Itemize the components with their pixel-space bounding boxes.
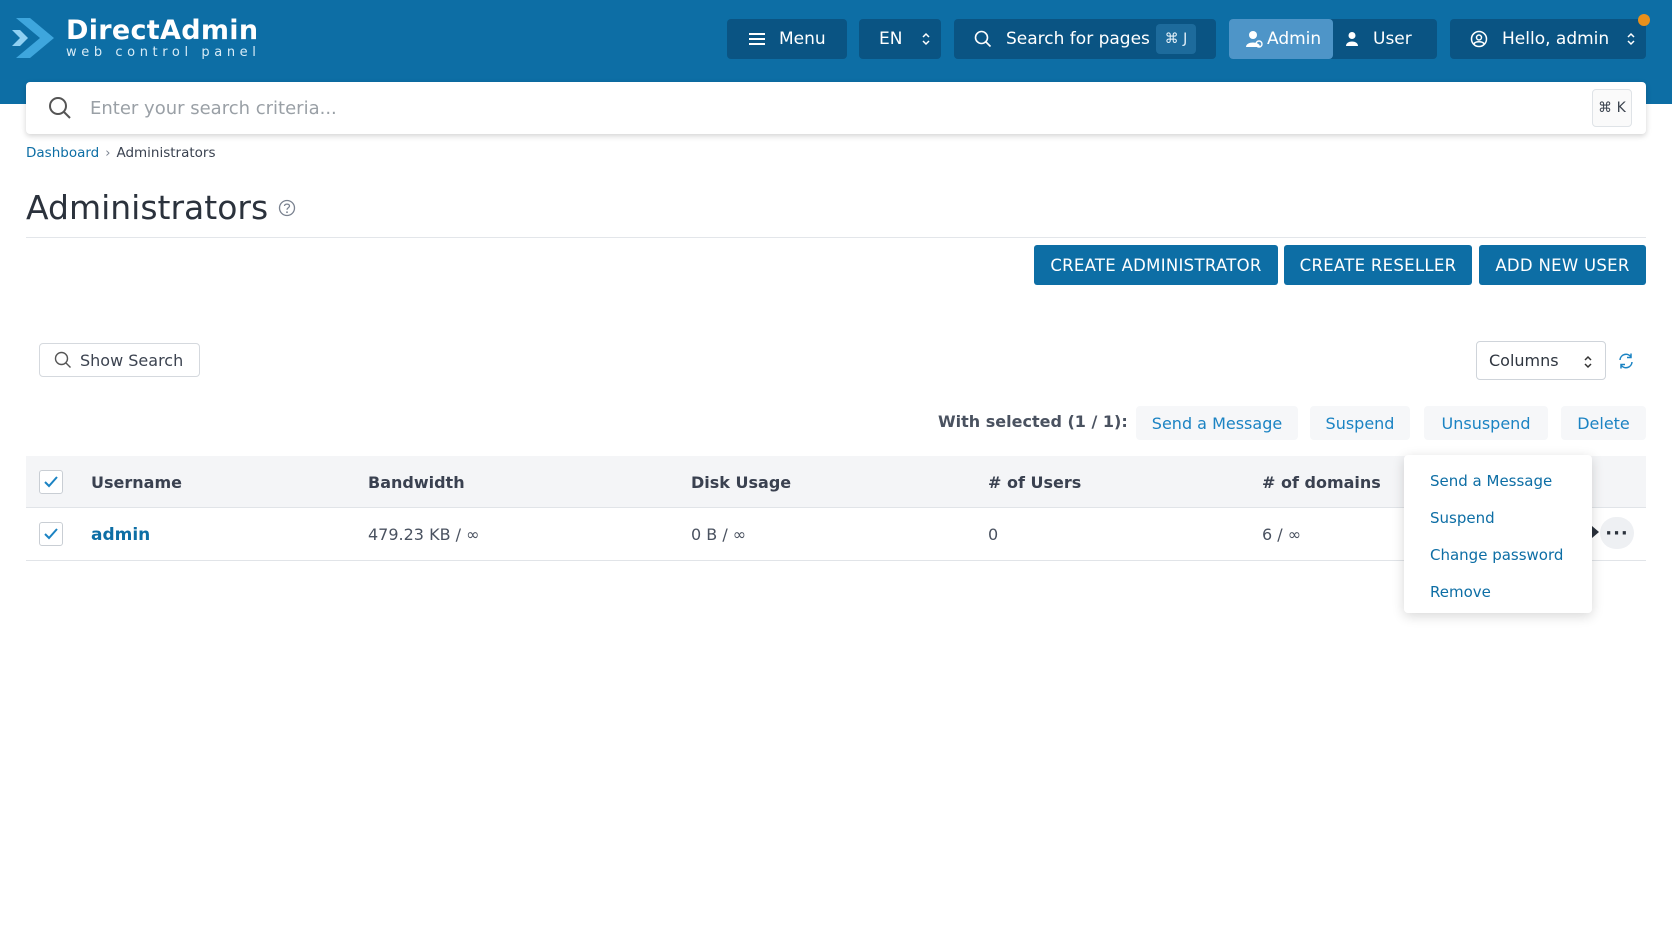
language-select[interactable]: EN — [859, 19, 941, 59]
menu-item-send-message[interactable]: Send a Message — [1404, 462, 1592, 499]
account-circle-icon — [1470, 30, 1488, 48]
check-icon — [44, 476, 58, 488]
columns-select[interactable]: Columns — [1476, 341, 1606, 380]
menu-item-change-password[interactable]: Change password — [1404, 536, 1592, 573]
updown-chevron-icon — [922, 32, 930, 46]
check-icon — [44, 528, 58, 540]
breadcrumb-current: Administrators — [116, 145, 216, 161]
mode-user-label: User — [1373, 29, 1412, 49]
disk-usage-cell: 0 B / ∞ — [691, 525, 747, 544]
mode-admin-label: Admin — [1267, 29, 1322, 49]
add-new-user-button[interactable]: ADD NEW USER — [1479, 245, 1646, 285]
show-search-label: Show Search — [80, 350, 184, 370]
breadcrumb-dashboard-link[interactable]: Dashboard — [26, 145, 99, 161]
title-divider — [26, 237, 1646, 238]
bulk-suspend-button[interactable]: Suspend — [1310, 406, 1410, 440]
notification-dot[interactable] — [1638, 14, 1650, 26]
row-checkbox[interactable] — [39, 522, 63, 546]
show-search-button[interactable]: Show Search — [39, 343, 200, 377]
page-title-wrap: Administrators — [26, 188, 296, 227]
greeting-label: Hello, admin — [1502, 29, 1610, 49]
mode-switch: Admin User — [1229, 19, 1437, 59]
brand-subtitle: web control panel — [66, 44, 261, 60]
updown-chevron-icon — [1584, 355, 1592, 369]
bandwidth-cell: 479.23 KB / ∞ — [368, 525, 480, 544]
breadcrumb: Dashboard › Administrators — [26, 145, 216, 161]
search-icon — [974, 30, 992, 48]
directadmin-logo[interactable]: DirectAdmin web control panel — [12, 12, 260, 64]
table-row: admin 479.23 KB / ∞ 0 B / ∞ 0 6 / ∞ — [26, 508, 1646, 561]
mode-user-button[interactable]: User — [1345, 19, 1412, 59]
global-search-bar[interactable]: ⌘ K — [26, 82, 1646, 134]
search-shortcut: ⌘ K — [1592, 89, 1632, 127]
account-menu-button[interactable]: Hello, admin — [1450, 19, 1646, 59]
column-header-bandwidth[interactable]: Bandwidth — [368, 456, 465, 508]
page-title: Administrators — [26, 188, 269, 227]
columns-label: Columns — [1489, 351, 1559, 370]
bulk-send-message-button[interactable]: Send a Message — [1136, 406, 1298, 440]
help-icon[interactable] — [278, 199, 296, 217]
column-header-users[interactable]: # of Users — [988, 456, 1081, 508]
refresh-icon[interactable] — [1617, 352, 1635, 370]
breadcrumb-chevron-icon: › — [105, 145, 111, 161]
search-pages-button[interactable]: Search for pages ⌘ J — [954, 19, 1216, 59]
menu-button[interactable]: Menu — [727, 19, 847, 59]
logo-chevron-icon — [12, 18, 54, 58]
create-administrator-button[interactable]: CREATE ADMINISTRATOR — [1034, 245, 1278, 285]
caret-right-icon — [1592, 526, 1599, 538]
menu-label: Menu — [779, 29, 826, 49]
bulk-delete-button[interactable]: Delete — [1561, 406, 1646, 440]
brand-title: DirectAdmin — [66, 14, 259, 46]
column-header-username[interactable]: Username — [91, 456, 182, 508]
search-pages-shortcut: ⌘ J — [1156, 24, 1196, 54]
with-selected-label: With selected (1 / 1): — [938, 412, 1128, 431]
search-icon — [49, 97, 71, 119]
username-link[interactable]: admin — [91, 508, 150, 561]
user-icon — [1346, 32, 1358, 46]
column-header-disk-usage[interactable]: Disk Usage — [691, 456, 791, 508]
updown-chevron-icon — [1627, 32, 1635, 46]
language-label: EN — [879, 29, 903, 49]
domains-cell: 6 / ∞ — [1262, 525, 1302, 544]
admin-user-icon — [1246, 31, 1263, 48]
users-count-cell: 0 — [988, 525, 999, 544]
menu-item-remove[interactable]: Remove — [1404, 573, 1592, 610]
row-actions-menu: Send a Message Suspend Change password R… — [1404, 455, 1592, 613]
search-icon — [54, 351, 71, 368]
table-header: Username Bandwidth Disk Usage # of Users… — [26, 456, 1646, 508]
column-header-domains[interactable]: # of domains — [1262, 456, 1381, 508]
create-reseller-button[interactable]: CREATE RESELLER — [1284, 245, 1472, 285]
global-search-input[interactable] — [90, 97, 1490, 119]
bulk-unsuspend-button[interactable]: Unsuspend — [1424, 406, 1548, 440]
select-all-checkbox[interactable] — [39, 470, 63, 494]
mode-admin-button[interactable]: Admin — [1229, 19, 1333, 59]
search-pages-label: Search for pages — [1006, 29, 1150, 49]
hamburger-icon — [749, 33, 765, 45]
row-actions-more-button[interactable]: ··· — [1600, 517, 1634, 549]
menu-item-suspend[interactable]: Suspend — [1404, 499, 1592, 536]
ellipsis-icon: ··· — [1605, 522, 1629, 544]
